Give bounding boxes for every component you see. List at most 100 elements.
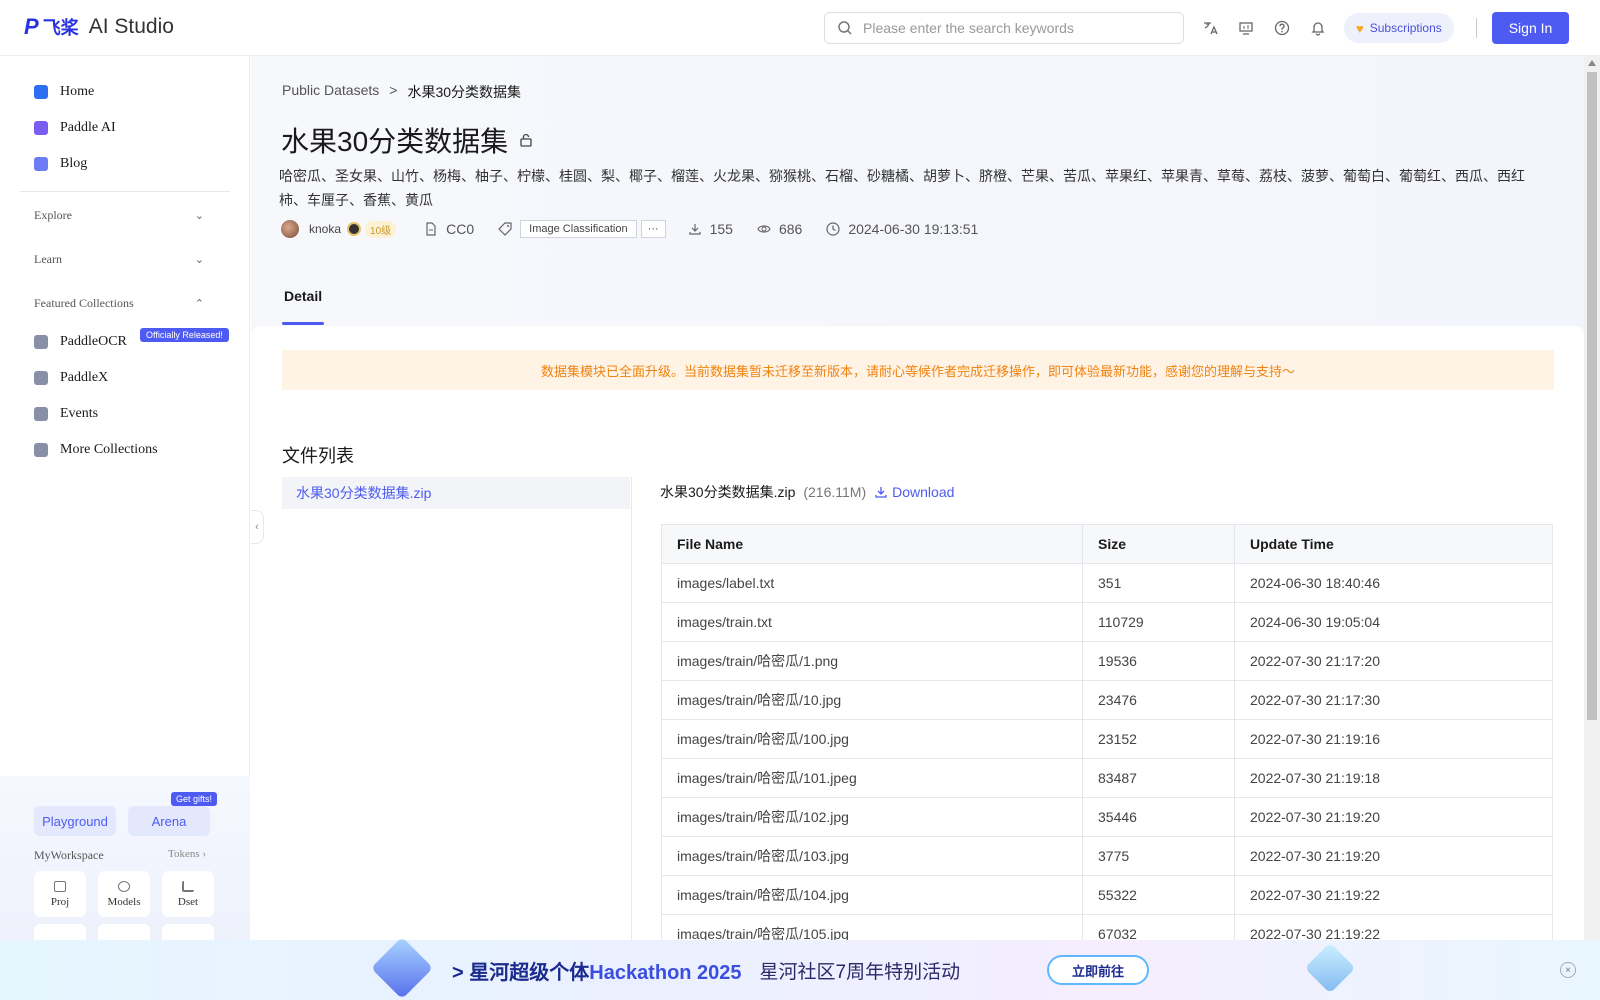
sidebar-group-learn[interactable]: Learn ⌄ — [34, 252, 204, 267]
promo-banner[interactable]: > 星河超级个体Hackathon 2025 星河社区7周年特别活动 立即前往 … — [0, 936, 1600, 1000]
cell-update-time: 2022-07-30 21:19:18 — [1234, 758, 1553, 798]
file-list-title: 文件列表 — [282, 446, 354, 466]
table-row: images/train/哈密瓜/101.jpeg 83487 2022-07-30… — [661, 758, 1553, 798]
sidebar-item-events[interactable]: Events — [34, 406, 98, 422]
sidebar-group-featured[interactable]: Featured Collections ⌃ — [34, 296, 204, 311]
download-button[interactable]: Download — [874, 484, 954, 500]
help-icon[interactable] — [1272, 16, 1292, 40]
table-row: images/train/哈密瓜/105.jpg 67032 2022-07-30 … — [661, 914, 1553, 940]
view-count: 686 — [778, 221, 803, 237]
table-row: images/label.txt 351 2024-06-30 18:40:46 — [661, 563, 1553, 603]
tags: Image Classification ··· — [498, 220, 666, 238]
tokens-link[interactable]: Tokens › — [168, 848, 206, 860]
breadcrumb-separator: > — [389, 82, 398, 98]
tag-image-classification[interactable]: Image Classification — [520, 220, 637, 238]
chevron-up-icon: ⌃ — [194, 298, 204, 310]
paddlex-icon — [34, 371, 48, 385]
migration-notice: 数据集模块已全面升级。当前数据集暂未迁移至新版本，请耐心等候作者完成迁移操作，即… — [282, 350, 1554, 390]
sign-in-button[interactable]: Sign In — [1492, 12, 1569, 44]
crystal-decoration — [370, 936, 434, 1000]
workspace-tile[interactable] — [98, 924, 150, 940]
subscriptions-button[interactable]: ♥ Subscriptions — [1344, 13, 1454, 43]
top-icons — [1200, 16, 1328, 40]
table-row: images/train/哈密瓜/100.jpg 23152 2022-07-30 … — [661, 719, 1553, 759]
workspace-tile-dset[interactable]: Dset — [162, 871, 214, 917]
sidebar-item-paddleocr[interactable]: PaddleOCR — [34, 334, 127, 350]
bell-icon[interactable] — [1308, 16, 1328, 40]
dataset-description: 哈密瓜、圣女果、山竹、杨梅、柚子、柠檬、桂圆、梨、椰子、榴莲、火龙果、猕猴桃、石… — [279, 168, 1525, 208]
chevron-right-icon: › — [202, 848, 207, 860]
banner-cta-button[interactable]: 立即前往 — [1047, 955, 1149, 985]
tab-detail[interactable]: Detail — [284, 288, 322, 304]
banner-prefix: > — [452, 962, 464, 984]
downloads: 155 — [688, 221, 733, 237]
table-header-row: File Name Size Update Time — [661, 524, 1553, 564]
search-input[interactable] — [863, 20, 1163, 36]
cell-update-time: 2022-07-30 21:19:20 — [1234, 797, 1553, 837]
avatar[interactable] — [281, 220, 299, 238]
group-label: Learn — [34, 252, 62, 266]
scrollbar[interactable] — [1584, 56, 1600, 940]
cell-update-time: 2022-07-30 21:19:22 — [1234, 875, 1553, 915]
sidebar-group-explore[interactable]: Explore ⌄ — [34, 208, 204, 223]
divider — [1476, 18, 1477, 38]
cell-size: 110729 — [1082, 602, 1235, 642]
app-name: AI Studio — [88, 15, 174, 38]
table-row: images/train/哈密瓜/104.jpg 55322 2022-07-30 … — [661, 875, 1553, 915]
cell-size: 351 — [1082, 563, 1235, 603]
banner-hackathon: Hackathon 2025 — [589, 962, 742, 984]
arena-button[interactable]: Arena — [128, 806, 210, 836]
cell-size: 23152 — [1082, 719, 1235, 759]
column-header-file-name: File Name — [661, 524, 1083, 564]
tag-more-button[interactable]: ··· — [640, 220, 666, 238]
column-header-update-time: Update Time — [1234, 524, 1553, 564]
logo-mark: P — [24, 14, 39, 39]
workspace-tile[interactable] — [34, 924, 86, 940]
table-row: images/train/哈密瓜/103.jpg 3775 2022-07-30 2… — [661, 836, 1553, 876]
detail-panel: 数据集模块已全面升级。当前数据集暂未迁移至新版本，请耐心等候作者完成迁移操作，即… — [251, 326, 1584, 940]
blog-icon — [34, 157, 48, 171]
eye-icon — [757, 225, 771, 233]
breadcrumb-parent[interactable]: Public Datasets — [282, 82, 379, 102]
workspace-tile[interactable] — [162, 924, 214, 940]
tile-label: Models — [107, 895, 141, 908]
sidebar-bottom: Playground Arena Get gifts! MyWorkspace … — [0, 776, 250, 940]
sidebar-collapse-button[interactable]: ‹ — [251, 510, 264, 544]
cell-file-name: images/train/哈密瓜/10.jpg — [661, 680, 1083, 720]
events-icon — [34, 407, 48, 421]
gift-badge: Get gifts! — [171, 792, 218, 806]
page-title: 水果30分类数据集 — [281, 120, 534, 160]
monitor-icon[interactable] — [1236, 16, 1256, 40]
selected-file-name: 水果30分类数据集.zip — [660, 484, 796, 500]
workspace-tile-proj[interactable]: Proj — [34, 871, 86, 917]
close-icon[interactable]: × — [1560, 962, 1576, 978]
cell-file-name: images/train/哈密瓜/105.jpg — [661, 914, 1083, 940]
cell-size: 55322 — [1082, 875, 1235, 915]
chevron-down-icon: ⌄ — [194, 210, 204, 222]
search-box[interactable] — [824, 12, 1184, 44]
tile-label: Proj — [50, 895, 70, 908]
sidebar-item-paddle-ai[interactable]: Paddle AI — [34, 120, 116, 136]
sidebar-item-paddlex[interactable]: PaddleX — [34, 370, 108, 386]
level-badge: 10级 — [365, 220, 397, 238]
workspace-tile-models[interactable]: Models — [98, 871, 150, 917]
download-label: Download — [892, 484, 955, 500]
download-icon — [875, 487, 887, 498]
scroll-up-arrow[interactable] — [1588, 60, 1596, 66]
tag-icon — [498, 222, 512, 236]
sidebar-item-blog[interactable]: Blog — [34, 156, 87, 172]
file-header: 水果30分类数据集.zip (216.11M) Download — [660, 482, 954, 502]
author-name[interactable]: knoka — [309, 222, 341, 236]
sidebar-item-more-collections[interactable]: More Collections — [34, 442, 158, 458]
translate-icon[interactable] — [1200, 16, 1220, 40]
cell-update-time: 2024-06-30 18:40:46 — [1234, 563, 1553, 603]
sidebar-item-label: Events — [60, 406, 99, 421]
bar-chart-icon — [182, 880, 194, 892]
file-list-item[interactable]: 水果30分类数据集.zip — [282, 477, 630, 509]
logo[interactable]: P 飞桨 AI Studio — [24, 14, 174, 40]
download-icon — [689, 224, 701, 235]
scrollbar-thumb[interactable] — [1587, 72, 1597, 720]
document-icon — [426, 222, 436, 236]
playground-button[interactable]: Playground — [34, 806, 116, 836]
sidebar-item-home[interactable]: Home — [34, 84, 94, 100]
